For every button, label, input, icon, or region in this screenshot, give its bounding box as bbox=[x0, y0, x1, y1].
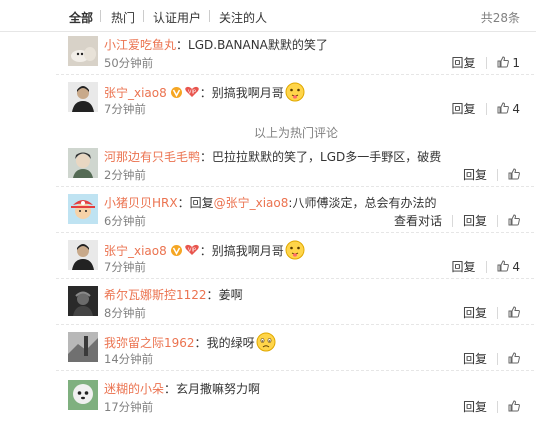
comment-time[interactable]: 17分钟前 bbox=[104, 399, 153, 415]
comment-text: 姜啊 bbox=[218, 288, 243, 302]
hot-comments-divider: 以上为热门评论 bbox=[253, 126, 338, 140]
like-button[interactable] bbox=[508, 168, 520, 182]
like-button[interactable] bbox=[508, 352, 520, 366]
mention-link[interactable]: @张宁_xiao8 bbox=[214, 196, 289, 210]
avatar[interactable] bbox=[68, 240, 98, 270]
comment-username[interactable]: 小猪贝贝HRX bbox=[104, 196, 178, 210]
comment-time[interactable]: 14分钟前 bbox=[104, 351, 153, 367]
comment-text: 玄月撒嘛努力啊 bbox=[176, 382, 261, 396]
comment-username[interactable]: 希尔瓦娜斯控1122 bbox=[104, 288, 207, 302]
tab-verified-users[interactable]: 认证用户 bbox=[153, 9, 201, 26]
reply-button[interactable]: 回复 bbox=[452, 260, 476, 274]
avatar[interactable] bbox=[68, 36, 98, 66]
tab-divider bbox=[143, 10, 144, 22]
tab-following[interactable]: 关注的人 bbox=[219, 9, 267, 26]
comment-time[interactable]: 50分钟前 bbox=[104, 55, 153, 71]
tab-divider bbox=[209, 10, 210, 22]
verified-badge-icon bbox=[170, 245, 182, 256]
comment-username[interactable]: 迷糊的小朵 bbox=[104, 382, 164, 396]
comment-text: :八师傅淡定，总会有办法的 bbox=[288, 196, 437, 210]
thumbs-up-icon bbox=[508, 400, 520, 412]
comment-divider bbox=[56, 370, 534, 371]
tongue-face-emoji-icon bbox=[285, 240, 305, 260]
reply-button[interactable]: 回复 bbox=[463, 214, 487, 228]
like-count: 1 bbox=[512, 56, 520, 70]
avatar[interactable] bbox=[68, 332, 98, 362]
avatar[interactable] bbox=[68, 380, 98, 410]
comment-username[interactable]: 张宁_xiao8 bbox=[104, 244, 167, 258]
like-button[interactable]: 1 bbox=[497, 56, 520, 70]
thumbs-up-icon bbox=[508, 306, 520, 318]
sad-face-emoji-icon bbox=[256, 332, 276, 352]
comment-divider bbox=[56, 74, 534, 75]
thumbs-up-icon bbox=[508, 214, 520, 226]
verified-badge-icon bbox=[170, 87, 182, 98]
comment-text: 巴拉拉默默的笑了，LGD多一手野区，破费 bbox=[212, 150, 442, 164]
comment-username[interactable]: 张宁_xiao8 bbox=[104, 86, 167, 100]
reply-button[interactable]: 回复 bbox=[452, 56, 476, 70]
thumbs-up-icon bbox=[497, 56, 509, 68]
reply-button[interactable]: 回复 bbox=[463, 400, 487, 414]
member-badge-icon: VIP bbox=[184, 86, 199, 97]
comment-time[interactable]: 6分钟前 bbox=[104, 213, 146, 229]
tab-hot[interactable]: 热门 bbox=[111, 9, 135, 26]
avatar[interactable] bbox=[68, 286, 98, 316]
comment-total-count: 共28条 bbox=[480, 11, 520, 25]
tab-divider bbox=[100, 10, 101, 22]
comment-time[interactable]: 8分钟前 bbox=[104, 305, 146, 321]
thumbs-up-icon bbox=[497, 102, 509, 114]
svg-text:VIP: VIP bbox=[188, 248, 196, 254]
comment-username[interactable]: 小江爱吃鱼丸 bbox=[104, 38, 176, 52]
like-button[interactable]: 4 bbox=[497, 102, 520, 116]
avatar[interactable] bbox=[68, 194, 98, 224]
thumbs-up-icon bbox=[508, 168, 520, 180]
tongue-face-emoji-icon bbox=[285, 82, 305, 102]
reply-button[interactable]: 回复 bbox=[452, 102, 476, 116]
like-button[interactable] bbox=[508, 400, 520, 414]
member-badge-icon: VIP bbox=[184, 244, 199, 255]
comment-divider bbox=[56, 232, 534, 233]
reply-button[interactable]: 回复 bbox=[463, 168, 487, 182]
comment-text: 我的绿呀 bbox=[206, 336, 255, 350]
tab-all[interactable]: 全部 bbox=[69, 9, 93, 26]
svg-text:VIP: VIP bbox=[188, 90, 196, 96]
comment-username[interactable]: 河那边有只毛毛鸭 bbox=[104, 150, 200, 164]
comment-text: 别搞我啊月哥 bbox=[211, 86, 284, 100]
thumbs-up-icon bbox=[497, 260, 509, 272]
like-button[interactable]: 4 bbox=[497, 260, 520, 274]
thumbs-up-icon bbox=[508, 352, 520, 364]
avatar[interactable] bbox=[68, 82, 98, 112]
comment-divider bbox=[56, 278, 534, 279]
comment-divider bbox=[56, 186, 534, 187]
avatar[interactable] bbox=[68, 148, 98, 178]
comment-divider bbox=[56, 324, 534, 325]
like-button[interactable] bbox=[508, 306, 520, 320]
comment-text: LGD.BANANA默默的笑了 bbox=[188, 38, 328, 52]
reply-button[interactable]: 回复 bbox=[463, 306, 487, 320]
like-count: 4 bbox=[512, 260, 520, 274]
comment-time[interactable]: 7分钟前 bbox=[104, 101, 146, 117]
reply-button[interactable]: 回复 bbox=[463, 352, 487, 366]
comment-username[interactable]: 我弥留之际1962 bbox=[104, 336, 195, 350]
comment-text: 别搞我啊月哥 bbox=[211, 244, 284, 258]
comment-time[interactable]: 7分钟前 bbox=[104, 259, 146, 275]
view-conversation-button[interactable]: 查看对话 bbox=[394, 214, 442, 228]
comment-filter-tabs: 全部 热门 认证用户 关注的人 共28条 bbox=[0, 0, 536, 32]
like-button[interactable] bbox=[508, 214, 520, 228]
like-count: 4 bbox=[512, 102, 520, 116]
comment-time[interactable]: 2分钟前 bbox=[104, 167, 146, 183]
